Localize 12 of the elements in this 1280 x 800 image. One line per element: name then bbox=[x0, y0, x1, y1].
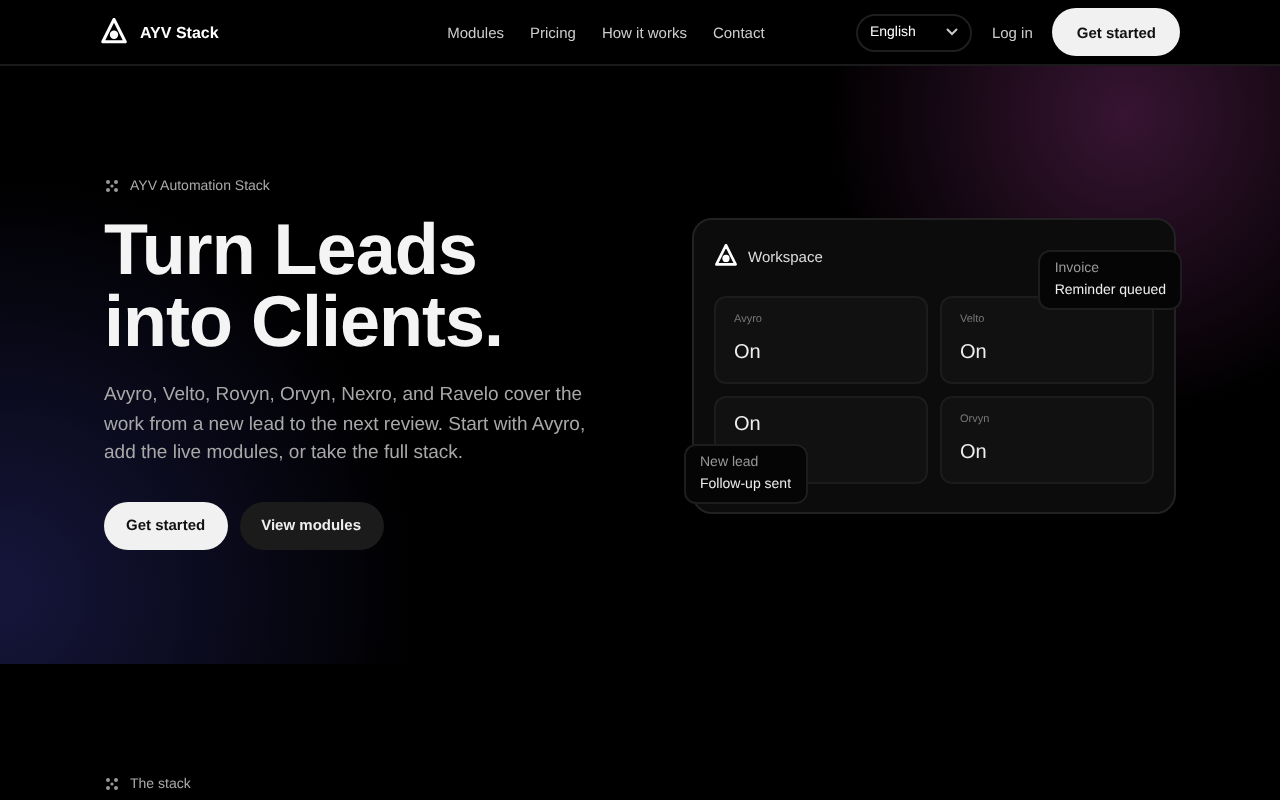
hero-heading: Turn Leads into Clients. bbox=[104, 214, 505, 358]
brand-name: AYV Stack bbox=[140, 23, 219, 41]
logo-icon bbox=[100, 18, 128, 46]
module-status: On bbox=[960, 442, 989, 464]
sparkle-icon bbox=[104, 178, 120, 194]
module-status: On bbox=[960, 342, 989, 364]
logo-icon bbox=[714, 244, 738, 268]
module-status: On bbox=[734, 342, 763, 364]
module-status: On bbox=[734, 414, 763, 436]
chevron-down-icon bbox=[945, 28, 958, 36]
hero-description: Avyro, Velto, Rovyn, Orvyn, Nexro, and Ravelo cover the work from a new lead to the next review. Start with Avyro, add the live modules, or take the full stack. bbox=[104, 382, 588, 468]
sparkle-icon bbox=[104, 776, 120, 792]
